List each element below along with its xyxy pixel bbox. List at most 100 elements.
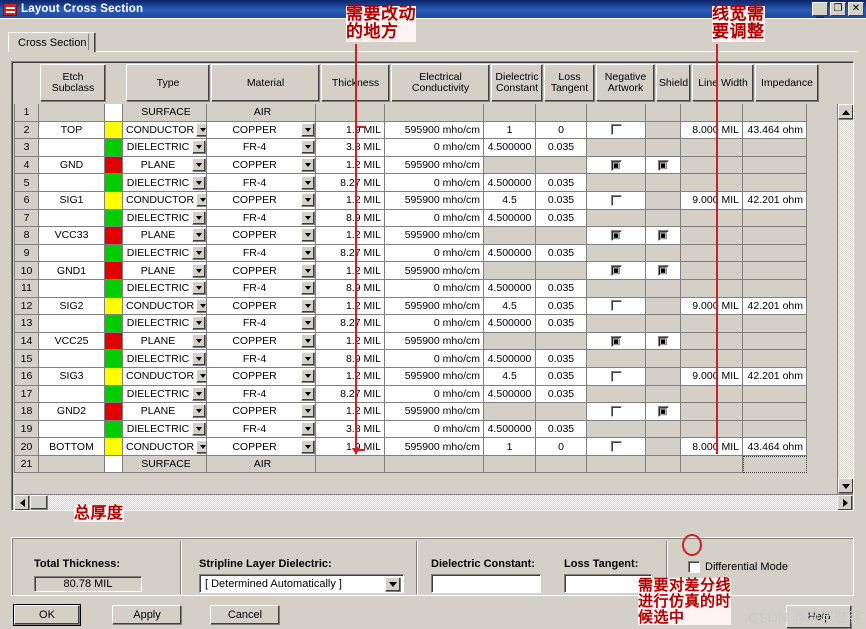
dielectric-constant-cell[interactable] — [484, 262, 536, 280]
checkbox-unchecked-icon[interactable] — [610, 405, 622, 417]
dielectric-constant-cell[interactable]: 4.500000 — [484, 174, 536, 192]
loss-tangent-cell[interactable]: 0.035 — [536, 244, 587, 263]
loss-tangent-cell[interactable]: 0.035 — [536, 315, 587, 333]
checkbox-unchecked-icon[interactable] — [610, 194, 622, 206]
chevron-down-icon[interactable] — [192, 228, 206, 243]
line-width-cell[interactable] — [681, 244, 743, 263]
chevron-down-icon[interactable] — [301, 369, 315, 384]
layer-type-cell[interactable]: PLANE — [123, 156, 207, 175]
table-row[interactable]: 17 DIELECTRIC FR-4 8.27 MIL 0 mho/cm 4.500000… — [14, 385, 836, 404]
tab-cross-section[interactable]: Cross Section — [8, 32, 97, 52]
negative-artwork-cell[interactable] — [587, 121, 646, 140]
negative-artwork-cell[interactable] — [587, 244, 646, 263]
table-row[interactable]: 4 GND PLANE COPPER 1.2 MIL 595900 mho/cm ▣ ▣ — [14, 156, 836, 175]
material-cell[interactable]: FR-4 — [207, 174, 316, 192]
loss-tangent-cell[interactable]: 0.035 — [536, 297, 587, 316]
loss-tangent-cell[interactable]: 0.035 — [536, 209, 587, 228]
maximize-button[interactable]: ❐ — [830, 2, 846, 16]
impedance-cell[interactable] — [743, 244, 807, 263]
material-cell[interactable]: FR-4 — [207, 385, 316, 404]
negative-artwork-cell[interactable] — [587, 174, 646, 192]
dielectric-constant-cell[interactable]: 4.500000 — [484, 139, 536, 157]
layer-type-cell[interactable]: SURFACE — [123, 455, 207, 474]
electrical-conductivity-cell[interactable] — [385, 104, 484, 122]
thickness-cell[interactable] — [316, 104, 385, 122]
negative-artwork-cell[interactable] — [587, 104, 646, 122]
table-row[interactable]: 19 DIELECTRIC FR-4 3.8 MIL 0 mho/cm 4.500000 0… — [14, 420, 836, 439]
chevron-down-icon[interactable] — [301, 421, 315, 436]
checkbox-checked-icon[interactable]: ▣ — [610, 159, 622, 171]
dielectric-constant-cell[interactable] — [484, 455, 536, 474]
grid-header-blank[interactable] — [107, 64, 125, 102]
chevron-down-icon[interactable] — [301, 351, 315, 366]
loss-tangent-cell[interactable] — [536, 104, 587, 122]
impedance-cell[interactable]: 42.201 ohm — [743, 297, 807, 316]
table-row[interactable]: 18 GND2 PLANE COPPER 1.2 MIL 595900 mho/cm ▣ — [14, 403, 836, 421]
layer-type-cell[interactable]: DIELECTRIC — [123, 315, 207, 333]
thickness-cell[interactable]: 8.27 MIL — [316, 385, 385, 404]
layer-type-cell[interactable]: DIELECTRIC — [123, 385, 207, 404]
chevron-down-icon[interactable] — [192, 316, 206, 331]
layer-color-swatch[interactable] — [105, 279, 123, 298]
loss-tangent-cell[interactable]: 0.035 — [536, 191, 587, 210]
checkbox-unchecked-icon[interactable] — [610, 441, 622, 453]
thickness-cell[interactable]: 3.8 MIL — [316, 420, 385, 439]
electrical-conductivity-cell[interactable]: 0 mho/cm — [385, 174, 484, 192]
negative-artwork-cell[interactable]: ▣ — [587, 227, 646, 245]
dielectric-constant-cell[interactable]: 4.500000 — [484, 420, 536, 439]
grid-header-electrical-conductivity[interactable]: Electrical Conductivity — [391, 64, 490, 102]
dielectric-constant-cell[interactable]: 4.500000 — [484, 385, 536, 404]
electrical-conductivity-cell[interactable]: 0 mho/cm — [385, 385, 484, 404]
grid-header-line-width[interactable]: Line Width — [692, 64, 754, 102]
line-width-cell[interactable] — [681, 385, 743, 404]
loss-tangent-cell[interactable]: 0.035 — [536, 367, 587, 386]
etch-subclass-cell[interactable] — [39, 315, 105, 333]
impedance-cell[interactable] — [743, 209, 807, 228]
checkbox-checked-icon[interactable]: ▣ — [657, 229, 669, 241]
loss-tangent-cell[interactable] — [536, 227, 587, 245]
line-width-cell[interactable]: 8.000 MIL — [681, 121, 743, 140]
thickness-cell[interactable]: 8.27 MIL — [316, 315, 385, 333]
chevron-down-icon[interactable] — [192, 158, 206, 173]
impedance-cell[interactable] — [743, 174, 807, 192]
line-width-cell[interactable] — [681, 420, 743, 439]
impedance-cell[interactable]: 42.201 ohm — [743, 191, 807, 210]
electrical-conductivity-cell[interactable]: 595900 mho/cm — [385, 332, 484, 351]
thickness-cell[interactable]: 1.2 MIL — [316, 191, 385, 210]
electrical-conductivity-cell[interactable]: 595900 mho/cm — [385, 403, 484, 421]
thickness-cell[interactable] — [316, 455, 385, 474]
impedance-cell[interactable] — [743, 279, 807, 298]
negative-artwork-cell[interactable]: ▣ — [587, 332, 646, 351]
chevron-down-icon[interactable] — [192, 210, 206, 225]
chevron-down-icon[interactable] — [301, 334, 315, 349]
line-width-cell[interactable] — [681, 279, 743, 298]
thickness-cell[interactable]: 1.2 MIL — [316, 403, 385, 421]
negative-artwork-cell[interactable] — [587, 438, 646, 456]
negative-artwork-cell[interactable] — [587, 403, 646, 421]
dielectric-constant-cell[interactable] — [484, 332, 536, 351]
table-row[interactable]: 5 DIELECTRIC FR-4 8.27 MIL 0 mho/cm 4.500000 0… — [14, 174, 836, 192]
layer-type-cell[interactable]: DIELECTRIC — [123, 350, 207, 368]
shield-cell[interactable]: ▣ — [646, 332, 681, 351]
table-row[interactable]: 13 DIELECTRIC FR-4 8.27 MIL 0 mho/cm 4.500000… — [14, 315, 836, 333]
line-width-cell[interactable] — [681, 315, 743, 333]
negative-artwork-cell[interactable]: ▣ — [587, 156, 646, 175]
checkbox-checked-icon[interactable]: ▣ — [610, 265, 622, 277]
shield-cell[interactable] — [646, 279, 681, 298]
loss-tangent-cell[interactable]: 0.035 — [536, 279, 587, 298]
grid-header-impedance[interactable]: Impedance — [755, 64, 819, 102]
material-cell[interactable]: COPPER — [207, 403, 316, 421]
shield-cell[interactable] — [646, 438, 681, 456]
shield-cell[interactable] — [646, 297, 681, 316]
material-cell[interactable]: FR-4 — [207, 350, 316, 368]
dielectric-constant-input[interactable] — [431, 574, 541, 593]
impedance-cell[interactable] — [743, 315, 807, 333]
negative-artwork-cell[interactable] — [587, 297, 646, 316]
chevron-down-icon[interactable] — [192, 386, 206, 401]
dielectric-constant-cell[interactable]: 4.5 — [484, 297, 536, 316]
chevron-down-icon[interactable] — [301, 386, 315, 401]
thickness-cell[interactable]: 8.9 MIL — [316, 209, 385, 228]
thickness-cell[interactable]: 1.9 MIL — [316, 438, 385, 456]
thickness-cell[interactable]: 1.2 MIL — [316, 332, 385, 351]
grid-header-etch-subclass[interactable]: Etch Subclass — [40, 64, 106, 102]
